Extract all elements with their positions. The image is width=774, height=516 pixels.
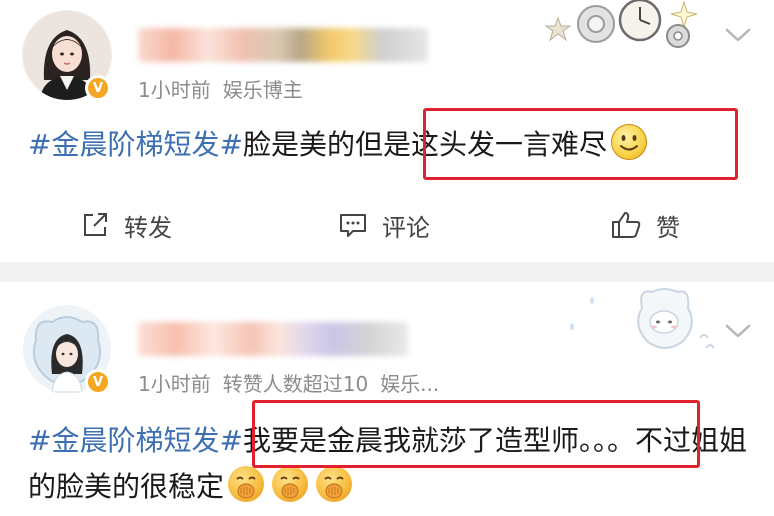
comment-label: 评论 <box>382 213 430 242</box>
action-bar: 转发 评论 赞 <box>0 202 774 248</box>
repost-label: 转发 <box>124 213 172 242</box>
repost-icon <box>84 213 107 236</box>
highlight-box <box>423 108 738 180</box>
post-source: 娱乐博主 <box>222 78 303 102</box>
post-text-before: 脸是美的但 <box>242 128 383 161</box>
post-meta: 1小时前 转赞人数超过10 娱乐... <box>138 368 439 397</box>
post-divider <box>0 262 774 282</box>
thumbs-up-icon <box>612 212 641 238</box>
username-blurred[interactable] <box>138 28 428 62</box>
hashtag-link[interactable]: #金晨阶梯短发# <box>28 424 243 457</box>
bunny-decoration-icon <box>570 288 715 349</box>
post-meta: 1小时前 娱乐博主 <box>138 74 303 103</box>
repost-button[interactable]: 转发 <box>80 202 172 248</box>
post-source: 转赞人数超过10 <box>222 372 369 396</box>
hashtag-link[interactable]: #金晨阶梯短发# <box>28 128 243 161</box>
comment-button[interactable]: 评论 <box>338 202 430 248</box>
like-button[interactable]: 赞 <box>610 202 680 248</box>
username-blurred[interactable] <box>138 322 408 356</box>
chevron-down-icon[interactable] <box>724 26 752 44</box>
verified-badge-icon: V <box>85 369 111 395</box>
shushing-face-emoji-icon <box>316 466 353 502</box>
verified-badge-icon: V <box>85 75 111 101</box>
post-time: 1小时前 <box>138 372 211 396</box>
highlight-box <box>252 400 700 468</box>
chevron-down-icon[interactable] <box>724 322 752 340</box>
shushing-face-emoji-icon <box>228 466 265 502</box>
post-extra: 娱乐... <box>380 372 440 396</box>
post-time: 1小时前 <box>138 78 211 102</box>
weibo-post-1: V 1小时前 娱乐博主 #金晨阶梯短发#脸是美的但是这头发一言难尽 转发 评论 … <box>0 0 774 262</box>
weibo-post-2: V 1小时前 转赞人数超过10 娱乐... #金晨阶梯短发#我要是金晨我就莎了造型师… <box>0 282 774 516</box>
comment-icon <box>340 214 366 237</box>
like-label: 赞 <box>656 213 680 242</box>
clock-gear-decoration-icon <box>544 0 698 48</box>
shushing-face-emoji-icon <box>272 466 309 502</box>
